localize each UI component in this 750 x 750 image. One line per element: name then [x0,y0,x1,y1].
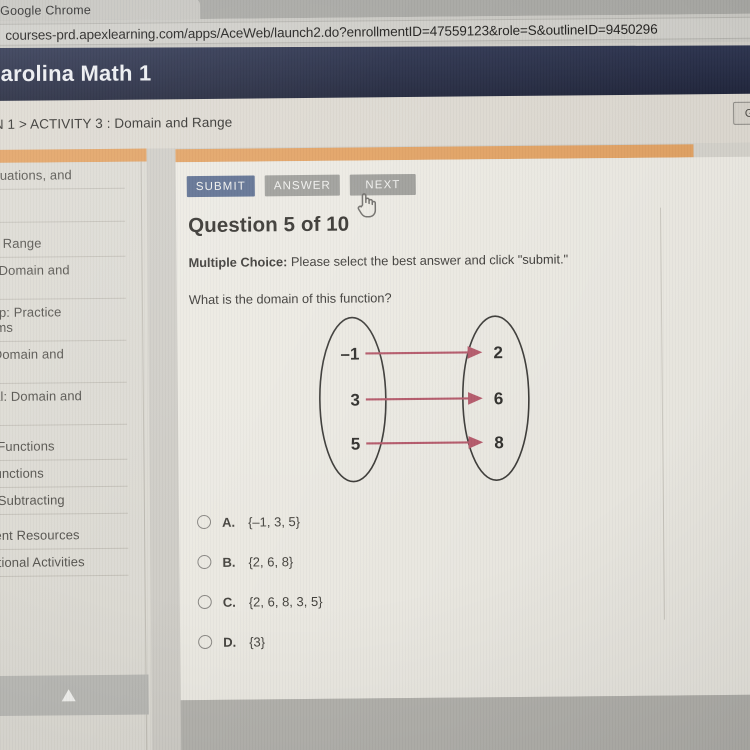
sidebar-item-label: e [0,403,143,420]
option-text: {–1, 3, 5} [247,513,301,530]
option-text: {3} [249,633,266,650]
browser-tab-title: Google Chrome [0,2,92,18]
mapping-arrow-1 [365,392,483,405]
question-instruction-text: Please select the best answer and click … [287,251,569,270]
question-title: Question 5 of 10 [188,212,350,238]
mapping-diagram: –1 2 3 6 5 8 [319,315,530,483]
sidebar-item-6[interactable]: nal: Domain ande [0,383,149,427]
radio-button[interactable] [197,554,212,570]
sidebar-item-label: lems [0,319,14,336]
scroll-to-top-button[interactable] [0,674,149,717]
question-instruction: Multiple Choice: Please select the best … [188,251,568,270]
domain-value-2: 5 [351,434,361,453]
sidebar-item-label: : Domain and [0,346,65,363]
activity-action-buttons: SUBMIT ANSWER NEXT [186,173,417,198]
range-value-2: 8 [494,433,504,452]
address-bar[interactable]: courses-prd.apexlearning.com/apps/AceWeb… [0,16,750,46]
address-bar-url: courses-prd.apexlearning.com/apps/AceWeb… [5,21,658,43]
sidebar-item-label: y: Domain and [0,262,70,278]
breadcrumb[interactable]: ON 1 > ACTIVITY 3 : Domain and Range [0,115,232,132]
content-bottom-strip [180,694,750,750]
sidebar-item-3[interactable]: y: Domain ande [0,257,148,301]
browser-window: Google Chrome courses-prd.apexlearning.c… [0,0,750,750]
answer-option-a[interactable]: A. {–1, 3, 5} [196,498,617,542]
sidebar-item-5[interactable]: : Domain ande [0,341,149,385]
sidebar-item-label: nd Range [0,235,42,252]
answer-options: A. {–1, 3, 5} B. {2, 6, 8} C. {2, 6, 8, 3, 5}… [196,498,619,662]
option-letter: B. [222,554,236,570]
option-letter: C. [222,594,236,610]
course-outline-sidebar[interactable]: Equations, andnd Rangey: Domain andekup:… [0,161,153,750]
sidebar-item-label: e [0,361,143,378]
radio-button[interactable] [196,514,212,530]
sidebar-item-11[interactable]: ditional Activities [0,549,151,578]
sidebar-item-7[interactable]: g Functions [0,433,149,462]
sidebar-item-9[interactable]: d Subtracting [0,487,150,516]
sidebar-item-label [0,194,141,196]
screenshot-root: Google Chrome courses-prd.apexlearning.c… [0,0,750,750]
answer-options-list: A. {–1, 3, 5} B. {2, 6, 8} C. {2, 6, 8, 3, 5}… [196,498,619,662]
mapping-arrow-0 [365,346,483,359]
question-instruction-label: Multiple Choice: [188,254,288,271]
radio-button[interactable] [198,634,213,650]
sidebar-item-label: g Functions [0,438,55,454]
course-header: Carolina Math 1 [0,45,750,103]
browser-tab[interactable]: Google Chrome [0,0,201,21]
course-outline-list: Equations, andnd Rangey: Domain andekup:… [0,162,151,578]
arrow-up-icon [61,689,76,702]
sidebar-item-label: Functions [0,465,44,482]
browser-toolbar: courses-prd.apexlearning.com/apps/AceWeb… [0,13,750,49]
sidebar-item-label: Equations, and [0,167,72,184]
mapping-arrows-and-labels: –1 2 3 6 5 8 [340,343,504,453]
sidebar-item-8[interactable]: Functions [0,460,150,489]
mapping-arrow-2 [366,436,484,449]
sidebar-item-10[interactable]: dent Resources [0,522,150,551]
activity-content-panel: SUBMIT ANSWER NEXT Question 5 of 10 Mult… [175,156,750,701]
domain-value-0: –1 [340,344,359,363]
sidebar-item-2[interactable]: nd Range [0,230,147,259]
sidebar-item-label: d Subtracting [0,492,65,508]
radio-button[interactable] [197,594,212,610]
sidebar-item-4[interactable]: kup: Practice lems [0,299,148,343]
option-text: {2, 6, 8, 3, 5} [248,593,323,610]
sidebar-item-label: kup: Practice [0,304,62,321]
option-letter: D. [223,634,237,650]
sidebar-item-label: ditional Activities [0,554,85,571]
answer-option-b[interactable]: B. {2, 6, 8} [197,538,617,582]
range-value-0: 2 [493,343,503,362]
breadcrumb-tool-button[interactable]: G [733,101,750,125]
option-text: {2, 6, 8} [248,553,294,570]
breadcrumb-bar: ON 1 > ACTIVITY 3 : Domain and Range G [0,93,750,151]
range-value-1: 6 [494,389,504,408]
submit-button[interactable]: SUBMIT [186,175,255,198]
answer-option-c[interactable]: C. {2, 6, 8, 3, 5} [197,578,618,622]
answer-option-d[interactable]: D. {3} [198,618,618,662]
domain-value-1: 3 [350,390,360,409]
sidebar-item-label: nal: Domain and [0,388,83,405]
course-title: Carolina Math 1 [0,60,152,87]
sidebar-item-1[interactable] [0,189,147,224]
sidebar-item-0[interactable]: Equations, and [0,162,147,191]
next-button[interactable]: NEXT [349,173,417,196]
option-letter: A. [221,514,236,530]
answer-button[interactable]: ANSWER [264,174,341,197]
sidebar-item-label: dent Resources [0,527,80,544]
content-vertical-divider [660,207,665,620]
sidebar-item-label: e [0,277,142,294]
